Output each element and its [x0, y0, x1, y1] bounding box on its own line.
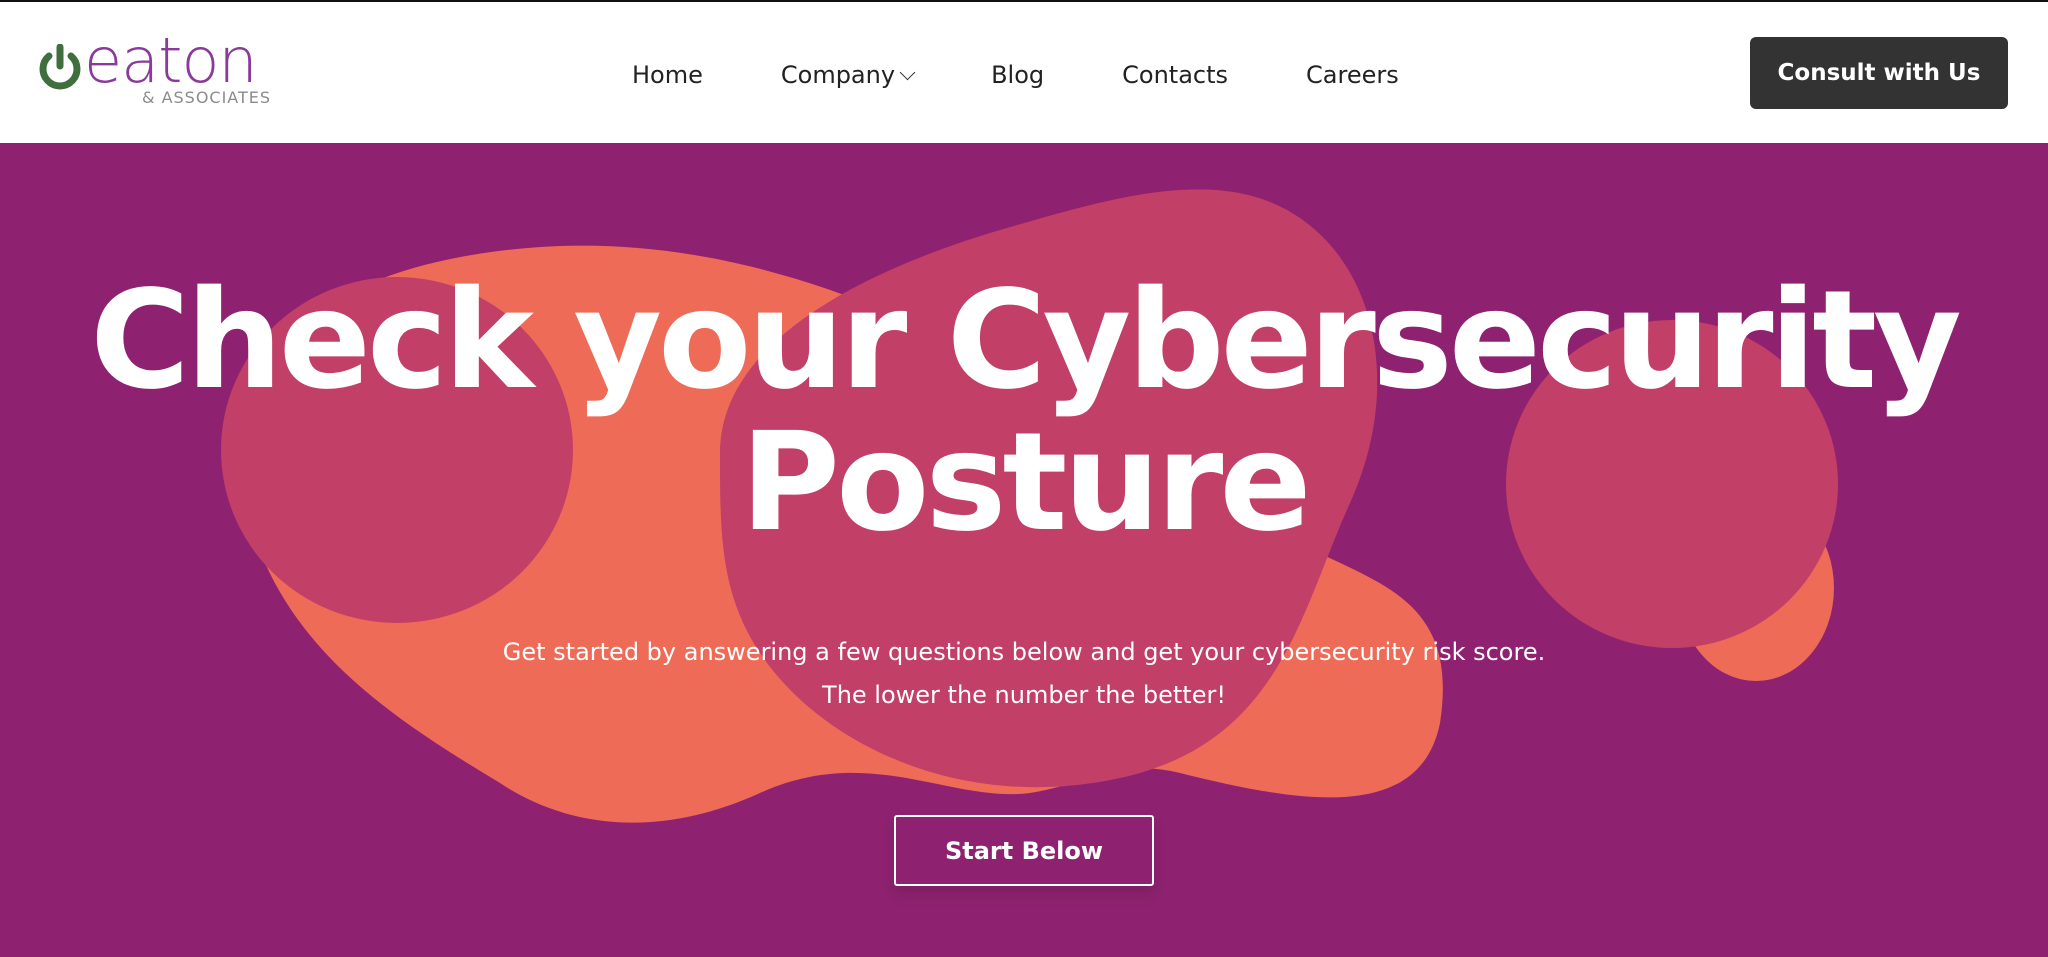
nav-careers-label: Careers [1306, 61, 1399, 89]
logo-tagline: & ASSOCIATES [142, 88, 272, 107]
hero-title-line-1: Check your Cybersecurity [90, 262, 1962, 420]
start-below-button[interactable]: Start Below [894, 815, 1154, 886]
site-logo[interactable]: eaton & ASSOCIATES [38, 30, 288, 112]
nav-careers[interactable]: Careers [1306, 61, 1399, 89]
nav-company-label: Company [780, 61, 896, 89]
hero-section: Check your Cybersecurity Posture Get sta… [0, 143, 2048, 957]
site-header: eaton & ASSOCIATES Home Company Blog Con… [0, 2, 2048, 143]
hero-title-line-2: Posture [740, 404, 1311, 562]
consult-button-label: Consult with Us [1777, 60, 1981, 86]
main-nav: Home Company Blog Contacts Careers [632, 58, 1399, 92]
hero-subtitle-line-2: The lower the number the better! [822, 681, 1226, 709]
nav-blog[interactable]: Blog [991, 61, 1044, 89]
nav-company[interactable]: Company [780, 61, 916, 89]
start-below-label: Start Below [944, 836, 1104, 865]
power-icon [39, 44, 81, 90]
nav-contacts[interactable]: Contacts [1122, 61, 1228, 89]
hero-title: Check your Cybersecurity Posture [0, 270, 2048, 554]
nav-home-label: Home [632, 61, 703, 89]
hero-subtitle: Get started by answering a few questions… [0, 631, 2048, 717]
chevron-down-icon [899, 64, 916, 80]
nav-blog-label: Blog [991, 61, 1045, 89]
consult-button[interactable]: Consult with Us [1750, 37, 2008, 109]
nav-home[interactable]: Home [632, 61, 703, 89]
hero-subtitle-line-1: Get started by answering a few questions… [502, 638, 1546, 666]
logo-wordmark: eaton [84, 24, 258, 97]
nav-contacts-label: Contacts [1122, 61, 1229, 89]
